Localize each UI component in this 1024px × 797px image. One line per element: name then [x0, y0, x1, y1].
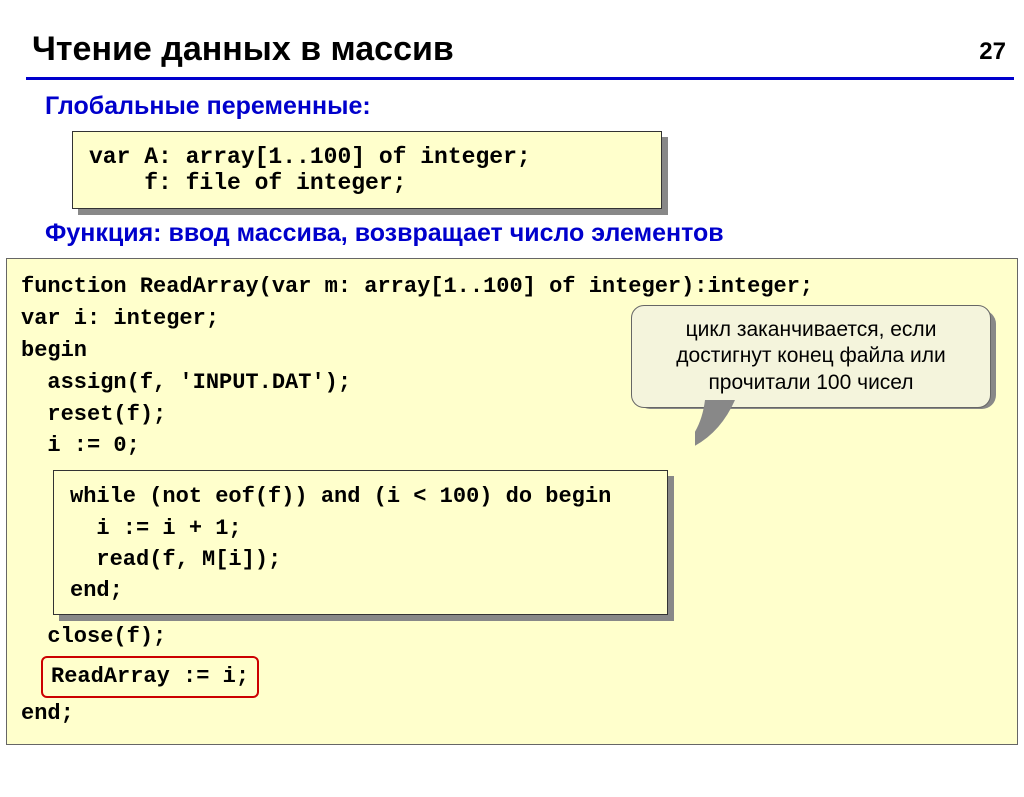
- global-vars-code: var A: array[1..100] of integer; f: file…: [89, 144, 645, 196]
- page-number: 27: [979, 38, 1006, 66]
- section-label-function: Функция: ввод массива, возвращает число …: [45, 219, 1024, 248]
- result-line: ReadArray := i;: [51, 664, 249, 689]
- callout-tail-shadow-icon: [695, 400, 745, 460]
- function-code-block: function ReadArray(var m: array[1..100] …: [6, 258, 1018, 745]
- while-loop-code: while (not eof(f)) and (i < 100) do begi…: [70, 481, 651, 606]
- section-label-globals: Глобальные переменные:: [45, 92, 1024, 121]
- callout: цикл заканчивается, если достигнут конец…: [631, 305, 991, 408]
- while-loop-box: while (not eof(f)) and (i < 100) do begi…: [53, 470, 1003, 615]
- global-vars-box: var A: array[1..100] of integer; f: file…: [72, 131, 1024, 209]
- end-line: end;: [21, 698, 1003, 730]
- page-title: Чтение данных в массив: [32, 30, 1024, 69]
- callout-text: цикл заканчивается, если достигнут конец…: [676, 318, 945, 394]
- close-line: close(f);: [21, 621, 1003, 653]
- result-highlight: ReadArray := i;: [41, 656, 259, 698]
- title-underline: [26, 77, 1014, 80]
